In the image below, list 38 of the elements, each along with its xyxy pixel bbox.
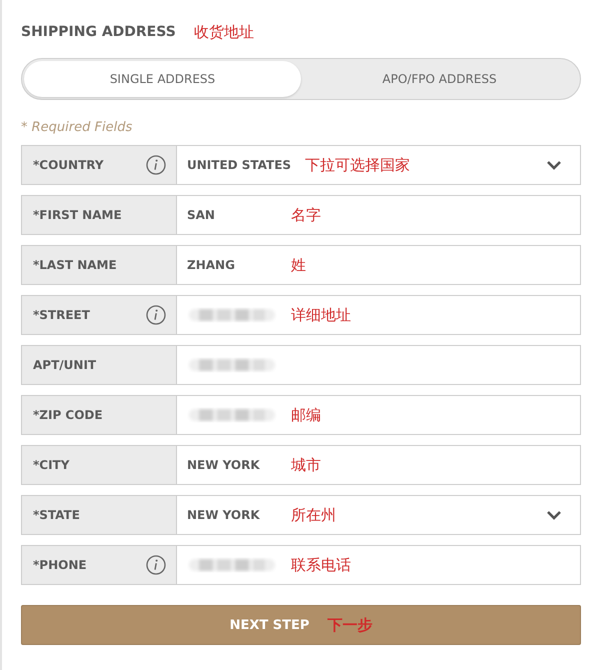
input-field[interactable]: SAN 名字 xyxy=(177,195,581,235)
input-field[interactable]: 详细地址 xyxy=(177,295,581,335)
field-label: *COUNTRY xyxy=(21,145,177,185)
input-field[interactable]: 联系电话 xyxy=(177,545,581,585)
annotation-note: 联系电话 xyxy=(291,556,351,574)
info-icon[interactable] xyxy=(146,155,166,175)
select-field[interactable]: NEW YORK 所在州 xyxy=(177,495,581,535)
chevron-down-icon[interactable] xyxy=(546,510,562,520)
annotation-note: 所在州 xyxy=(291,506,336,524)
field-label: APT/UNIT xyxy=(21,345,177,385)
annotation-note: 下一步 xyxy=(327,616,372,634)
annotation-note: 详细地址 xyxy=(291,306,351,324)
address-type-tab[interactable]: SINGLE ADDRESS xyxy=(24,61,301,97)
section-title: SHIPPING ADDRESS xyxy=(21,24,176,40)
field-label: *PHONE xyxy=(21,545,177,585)
field-label: *FIRST NAME xyxy=(21,195,177,235)
address-type-tab[interactable]: APO/FPO ADDRESS xyxy=(301,61,578,97)
field-label: *CITY xyxy=(21,445,177,485)
required-note: * Required Fields xyxy=(21,120,134,135)
input-field[interactable] xyxy=(177,345,581,385)
annotation-note: 收货地址 xyxy=(194,22,254,42)
annotation-note: 邮编 xyxy=(291,406,321,424)
field-label: *LAST NAME xyxy=(21,245,177,285)
input-field[interactable]: NEW YORK 城市 xyxy=(177,445,581,485)
chevron-down-icon[interactable] xyxy=(546,160,562,170)
input-field[interactable]: 邮编 xyxy=(177,395,581,435)
info-icon[interactable] xyxy=(146,555,166,575)
annotation-note: 姓 xyxy=(291,256,306,274)
select-field[interactable]: UNITED STATES 下拉可选择国家 xyxy=(177,145,581,185)
info-icon[interactable] xyxy=(146,305,166,325)
field-label: *ZIP CODE xyxy=(21,395,177,435)
annotation-note: 城市 xyxy=(291,456,321,474)
next-step-button[interactable]: NEXT STEP 下一步 xyxy=(21,605,581,645)
field-label: *STATE xyxy=(21,495,177,535)
annotation-note: 下拉可选择国家 xyxy=(305,156,410,174)
input-field[interactable]: ZHANG 姓 xyxy=(177,245,581,285)
field-label: *STREET xyxy=(21,295,177,335)
annotation-note: 名字 xyxy=(291,206,321,224)
